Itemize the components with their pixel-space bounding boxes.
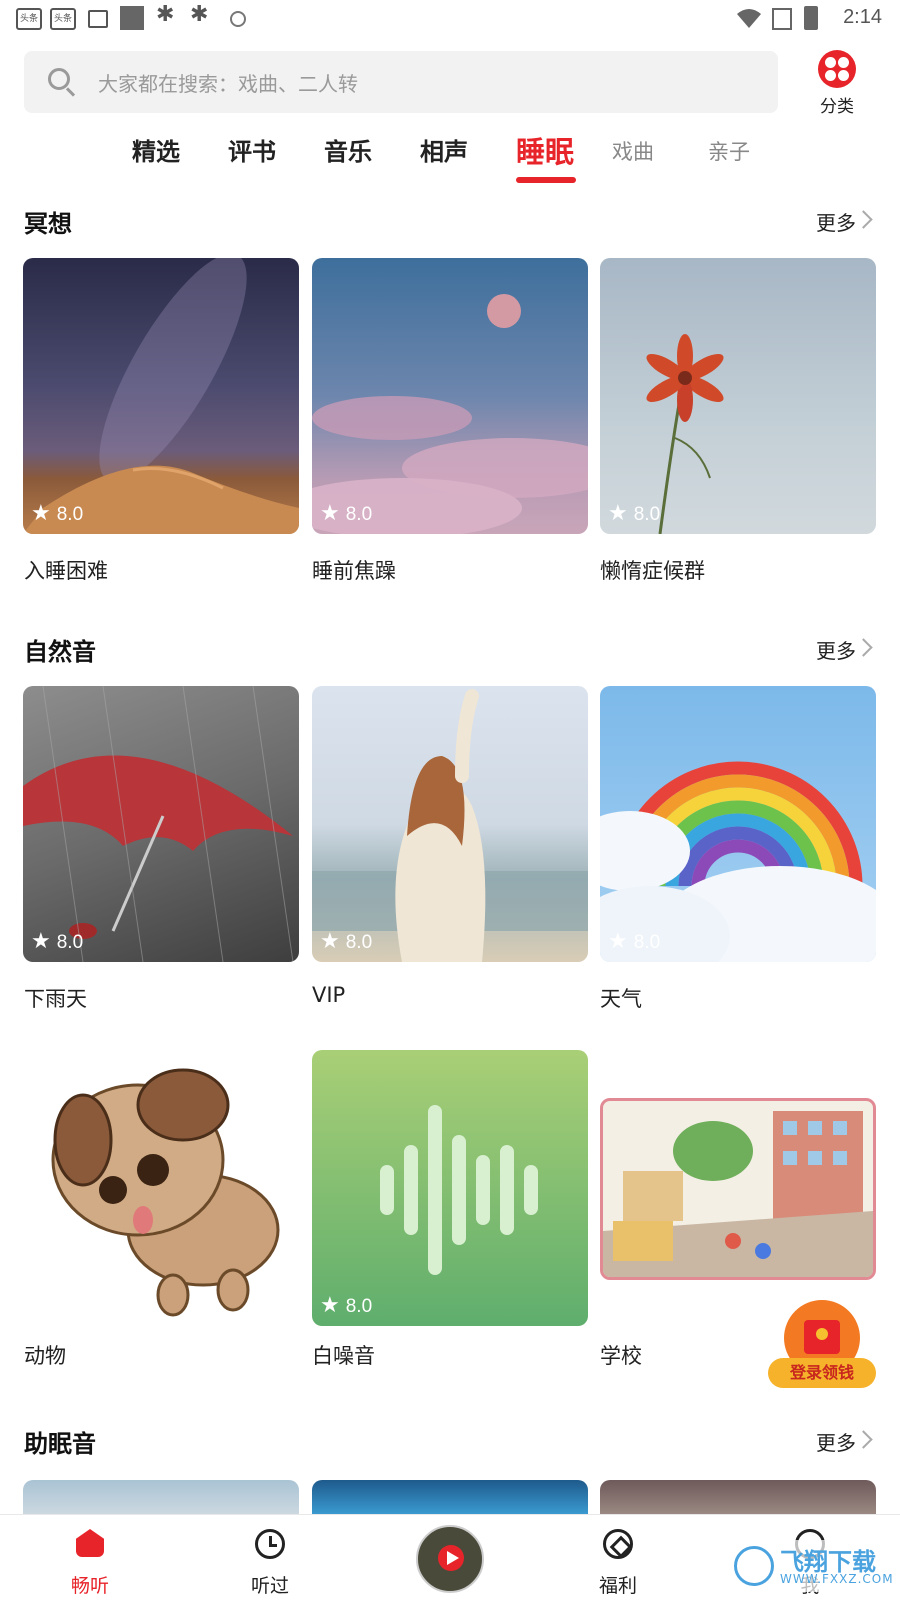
section-title: 助眠音 xyxy=(24,1430,96,1458)
card-image[interactable]: ★ 8.0 xyxy=(312,1050,588,1326)
search-icon xyxy=(48,68,70,90)
rainbow-image xyxy=(600,761,876,962)
card-image[interactable] xyxy=(600,1098,876,1280)
star-icon: ★ xyxy=(320,928,340,953)
card-title[interactable]: 睡前焦躁 xyxy=(312,555,396,585)
tab-crosstalk[interactable]: 相声 xyxy=(420,132,468,167)
active-tab-indicator xyxy=(516,177,576,183)
search-bar[interactable]: 大家都在搜索：戏曲、二人转 xyxy=(24,51,778,113)
star-icon: ★ xyxy=(320,1292,340,1317)
clock-icon xyxy=(255,1529,285,1559)
star-icon: ★ xyxy=(31,928,51,953)
player-icon xyxy=(416,1525,484,1593)
no-signal-icon xyxy=(772,8,792,30)
star-icon: ★ xyxy=(31,500,51,525)
milky-way-image xyxy=(23,258,299,534)
tab-music[interactable]: 音乐 xyxy=(324,132,372,167)
school-street-illustration xyxy=(603,1111,873,1277)
section-title: 冥想 xyxy=(24,210,72,238)
sound-wave-icon xyxy=(380,1105,538,1275)
card-title[interactable]: 天气 xyxy=(600,983,642,1013)
gift-icon xyxy=(603,1529,633,1559)
rating-badge: ★ 8.0 xyxy=(320,928,373,953)
card-title[interactable]: 懒惰症候群 xyxy=(600,555,705,585)
watermark-icon xyxy=(734,1546,774,1586)
wifi-icon xyxy=(737,9,761,28)
card-image[interactable]: ★ 8.0 xyxy=(600,686,876,962)
tab-sleep[interactable]: 睡眠 xyxy=(516,129,574,171)
tab-featured[interactable]: 精选 xyxy=(132,132,180,167)
card-image[interactable] xyxy=(600,1480,876,1514)
battery-icon xyxy=(804,6,818,30)
rating-badge: ★ 8.0 xyxy=(31,928,84,953)
puppy-image xyxy=(51,1068,280,1317)
nav-label: 听过 xyxy=(250,1575,289,1597)
card-title[interactable]: 白噪音 xyxy=(312,1340,375,1370)
grid-icon xyxy=(818,50,856,88)
bug-notification-icon: ✱ xyxy=(156,2,175,27)
app-notification-icon xyxy=(120,6,144,30)
more-link[interactable]: 更多 xyxy=(816,635,856,664)
more-link[interactable]: 更多 xyxy=(816,1427,856,1456)
star-icon: ★ xyxy=(608,928,628,953)
card-title[interactable]: VIP xyxy=(312,983,345,1007)
star-icon: ★ xyxy=(608,500,628,525)
category-button[interactable]: 分类 xyxy=(808,50,866,120)
watermark-url: WWW.FXXZ.COM xyxy=(780,1572,894,1586)
watermark-logo: 飞翔下载 WWW.FXXZ.COM xyxy=(730,1540,894,1592)
card-title[interactable]: 动物 xyxy=(24,1340,66,1370)
rating-badge: ★ 8.0 xyxy=(31,500,84,525)
card-title[interactable]: 学校 xyxy=(600,1340,642,1370)
toutiao-notification-icon: 头条 xyxy=(50,8,76,30)
girl-by-sea-image xyxy=(312,689,588,962)
chevron-right-icon xyxy=(854,210,873,229)
tab-opera[interactable]: 戏曲 xyxy=(612,136,654,166)
card-image[interactable]: ★ 8.0 xyxy=(600,258,876,534)
star-icon: ★ xyxy=(320,500,340,525)
search-placeholder: 大家都在搜索：戏曲、二人转 xyxy=(98,72,358,96)
home-icon xyxy=(76,1529,104,1557)
status-bar: 头条 头条 ✱ ✱ 2:14 xyxy=(0,0,900,38)
moon-sky-image xyxy=(312,294,588,534)
rating-badge: ★ 8.0 xyxy=(608,500,661,525)
shield-notification-icon xyxy=(230,11,246,27)
nav-label: 福利 xyxy=(598,1575,637,1597)
card-title[interactable]: 入睡困难 xyxy=(24,555,108,585)
flower-image xyxy=(646,334,724,534)
promo-label: 登录领钱 xyxy=(768,1358,876,1388)
card-image[interactable] xyxy=(23,1050,299,1326)
tab-parenting[interactable]: 亲子 xyxy=(708,136,750,166)
bug-notification-icon: ✱ xyxy=(190,2,209,27)
section-title: 自然音 xyxy=(24,638,96,666)
category-label: 分类 xyxy=(820,97,854,117)
tab-storytelling[interactable]: 评书 xyxy=(228,132,276,167)
card-image[interactable] xyxy=(312,1480,588,1514)
card-image[interactable]: ★ 8.0 xyxy=(312,686,588,962)
nav-label: 畅听 xyxy=(70,1575,109,1597)
rating-badge: ★ 8.0 xyxy=(608,928,661,953)
more-link[interactable]: 更多 xyxy=(816,207,856,236)
card-image[interactable]: ★ 8.0 xyxy=(312,258,588,534)
login-reward-button[interactable]: 登录领钱 xyxy=(768,1300,876,1400)
toutiao-notification-icon: 头条 xyxy=(16,8,42,30)
rating-badge: ★ 8.0 xyxy=(320,500,373,525)
image-notification-icon xyxy=(88,10,108,28)
chevron-right-icon xyxy=(854,1430,873,1449)
card-image[interactable]: ★ 8.0 xyxy=(23,258,299,534)
chevron-right-icon xyxy=(854,638,873,657)
umbrella-image xyxy=(23,686,294,962)
card-image[interactable] xyxy=(23,1480,299,1514)
card-image[interactable]: ★ 8.0 xyxy=(23,686,299,962)
clock-time: 2:14 xyxy=(843,6,882,28)
card-title[interactable]: 下雨天 xyxy=(24,983,87,1013)
rating-badge: ★ 8.0 xyxy=(320,1292,373,1317)
